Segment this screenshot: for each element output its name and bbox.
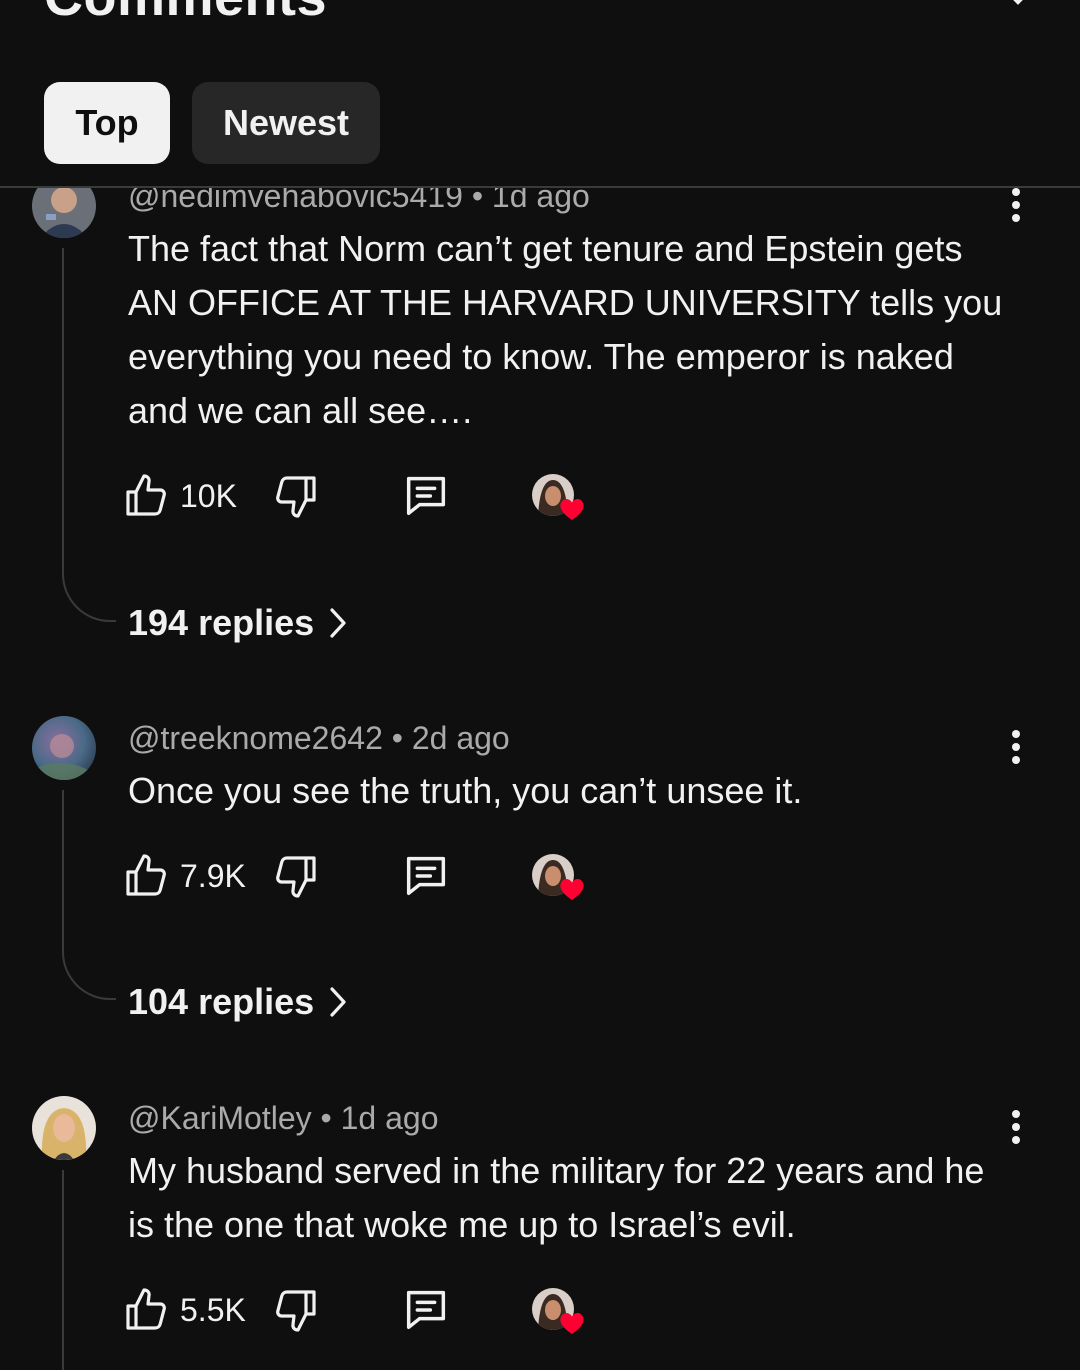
meta-separator: • [391,720,403,756]
creator-heart-icon [560,1313,584,1334]
reply-button[interactable] [400,846,452,906]
creator-heart [532,1288,592,1348]
dislike-button[interactable] [272,466,320,526]
like-count: 5.5K [180,1291,246,1328]
avatar[interactable] [32,716,96,780]
like-button[interactable]: 5.5K [122,1280,246,1340]
like-count: 10K [180,477,237,514]
dislike-button[interactable] [272,846,320,906]
like-icon [126,854,166,896]
comment-actions: 10K [122,466,622,526]
creator-heart-icon [560,879,584,900]
close-icon [1013,0,1023,5]
reply-icon [406,1290,446,1330]
like-icon [126,1288,166,1330]
like-icon [126,474,166,516]
dislike-button[interactable] [272,1280,320,1340]
thread-line [62,790,64,950]
creator-heart-icon [560,499,584,520]
replies-count: 104 replies [128,981,315,1022]
comment-actions: 7.9K [122,846,622,906]
thread-line [62,1170,64,1370]
close-button[interactable] [990,0,1046,26]
comment-actions: 5.5K [122,1280,622,1340]
tab-newest[interactable]: Newest [192,82,380,164]
comment-meta: @treeknome2642 • 2d ago [128,720,510,757]
reply-icon [406,856,446,896]
thread-line [62,248,64,570]
creator-heart [532,854,592,914]
comment-meta: @KariMotley • 1d ago [128,1100,439,1137]
reply-icon [406,476,446,516]
like-button[interactable]: 7.9K [122,846,246,906]
comment-time: 1d ago [340,1100,439,1136]
reply-button[interactable] [400,1280,452,1340]
page-title: Comments [44,0,327,28]
comment-text: My husband served in the military for 22… [128,1150,985,1245]
thread-connector [62,946,116,1000]
author-handle[interactable]: @treeknome2642 [128,720,383,756]
creator-heart [532,474,592,534]
dislike-icon [276,476,316,518]
thread-connector [62,568,116,622]
tab-top[interactable]: Top [44,82,170,164]
view-replies-button[interactable]: 194 replies [128,598,348,648]
replies-count: 194 replies [128,602,315,643]
reply-button[interactable] [400,466,452,526]
meta-separator: • [320,1100,332,1136]
chevron-right-icon [330,608,346,638]
comment-text: The fact that Norm can’t get tenure and … [128,228,1003,431]
avatar[interactable] [32,1096,96,1160]
dislike-icon [276,856,316,898]
chevron-right-icon [330,987,346,1017]
like-count: 7.9K [180,857,246,894]
header-divider [0,186,1080,188]
comment-text: Once you see the truth, you can’t unsee … [128,770,803,811]
comment-time: 2d ago [411,720,510,756]
dislike-icon [276,1290,316,1332]
view-replies-button[interactable]: 104 replies [128,977,348,1027]
author-handle[interactable]: @KariMotley [128,1100,312,1136]
like-button[interactable]: 10K [122,466,237,526]
comments-header: Comments Top Newest [0,0,1080,188]
